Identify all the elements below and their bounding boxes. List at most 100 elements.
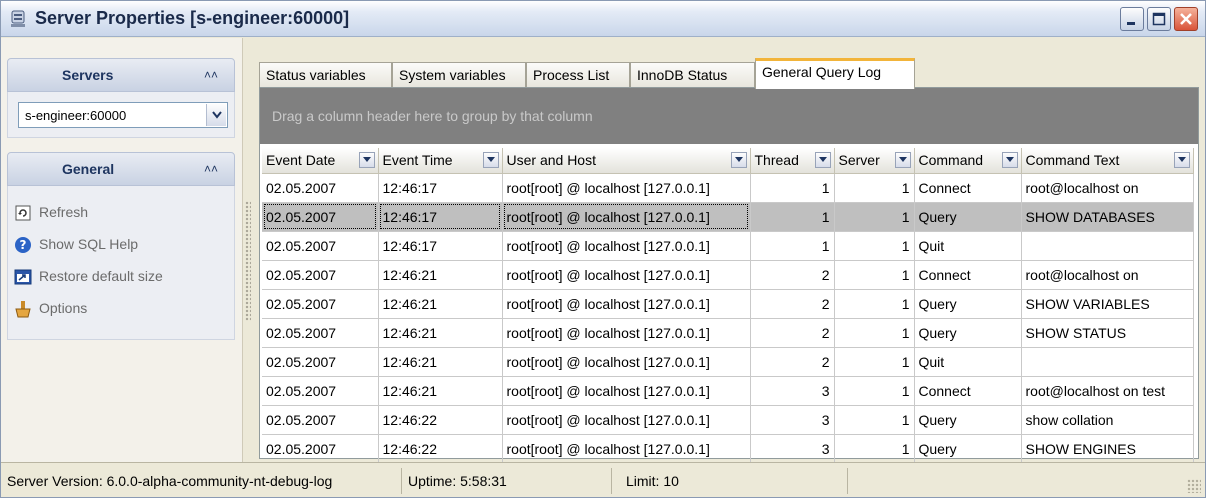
table-cell[interactable]: 02.05.2007 [262,318,379,348]
table-cell[interactable]: 1 [834,347,915,377]
collapse-chevron-icon[interactable]: ˄˄ [204,68,218,82]
table-cell[interactable]: root@localhost on [1021,173,1194,203]
table-cell[interactable]: root[root] @ localhost [127.0.0.1] [502,231,751,261]
table-cell[interactable]: 12:46:17 [378,231,503,261]
table-cell[interactable]: Query [914,405,1022,435]
column-filter-icon[interactable] [894,152,911,168]
column-filter-icon[interactable] [482,152,499,168]
table-cell[interactable]: 02.05.2007 [262,202,379,232]
resize-grip-icon[interactable] [1187,479,1201,493]
table-cell[interactable]: SHOW DATABASES [1021,202,1194,232]
table-cell[interactable]: 3 [750,405,835,435]
table-cell[interactable]: 12:46:21 [378,347,503,377]
column-header-command[interactable]: Command [914,148,1022,174]
table-cell[interactable]: 02.05.2007 [262,405,379,435]
table-cell[interactable]: 02.05.2007 [262,347,379,377]
table-cell[interactable]: root@localhost on [1021,260,1194,290]
table-cell[interactable]: 1 [834,318,915,348]
table-cell[interactable] [1021,231,1194,261]
table-cell[interactable]: 3 [750,434,835,464]
table-cell[interactable]: 02.05.2007 [262,231,379,261]
table-cell[interactable]: Query [914,202,1022,232]
column-header-thread[interactable]: Thread [750,148,835,174]
table-cell[interactable]: SHOW STATUS [1021,318,1194,348]
column-header-server[interactable]: Server [834,148,915,174]
table-cell[interactable]: 1 [750,202,835,232]
column-filter-icon[interactable] [814,152,831,168]
maximize-button[interactable] [1147,7,1171,31]
table-cell[interactable]: root[root] @ localhost [127.0.0.1] [502,347,751,377]
table-cell[interactable]: Quit [914,231,1022,261]
table-cell[interactable]: Connect [914,376,1022,406]
column-filter-icon[interactable] [730,152,747,168]
table-row[interactable]: 02.05.2007 12:46:17 root[root] @ localhost… [262,173,1194,203]
table-cell[interactable]: 02.05.2007 [262,434,379,464]
table-cell[interactable]: 12:46:22 [378,434,503,464]
table-cell[interactable]: 2 [750,318,835,348]
table-cell[interactable]: root[root] @ localhost [127.0.0.1] [502,260,751,290]
column-header-event-time[interactable]: Event Time [378,148,503,174]
table-cell[interactable]: root[root] @ localhost [127.0.0.1] [502,173,751,203]
table-cell[interactable]: Query [914,318,1022,348]
general-group-header[interactable]: General ˄˄ [7,152,235,186]
table-cell[interactable]: 12:46:21 [378,289,503,319]
table-cell[interactable]: SHOW ENGINES [1021,434,1194,464]
tab-system-variables[interactable]: System variables [392,62,526,88]
table-row[interactable]: 02.05.2007 12:46:22 root[root] @ localhost… [262,405,1194,435]
column-header-event-date[interactable]: Event Date [262,148,379,174]
table-row[interactable]: 02.05.2007 12:46:21 root[root] @ localhost… [262,289,1194,319]
column-filter-icon[interactable] [358,152,375,168]
server-select[interactable]: s-engineer:60000 [18,102,228,128]
table-cell[interactable]: 12:46:22 [378,405,503,435]
table-cell[interactable] [1021,347,1194,377]
table-cell[interactable]: 1 [750,173,835,203]
collapse-chevron-icon[interactable]: ˄˄ [204,162,218,176]
table-cell[interactable]: 1 [834,376,915,406]
table-cell[interactable]: Connect [914,260,1022,290]
table-cell[interactable]: 12:46:17 [378,202,503,232]
table-cell[interactable]: 1 [834,202,915,232]
table-cell[interactable]: show collation [1021,405,1194,435]
table-cell[interactable]: 1 [750,231,835,261]
close-button[interactable] [1174,7,1198,31]
table-row[interactable]: 02.05.2007 12:46:17 root[root] @ localhost… [262,202,1194,232]
table-row[interactable]: 02.05.2007 12:46:17 root[root] @ localhost… [262,231,1194,261]
table-cell[interactable]: 1 [834,231,915,261]
group-by-panel[interactable]: Drag a column header here to group by th… [260,88,1198,144]
tab-process-list[interactable]: Process List [526,62,630,88]
table-cell[interactable]: root[root] @ localhost [127.0.0.1] [502,405,751,435]
table-cell[interactable]: 12:46:21 [378,376,503,406]
table-cell[interactable]: 02.05.2007 [262,289,379,319]
table-cell[interactable]: 12:46:21 [378,260,503,290]
table-cell[interactable]: root[root] @ localhost [127.0.0.1] [502,318,751,348]
title-bar[interactable]: Server Properties [s-engineer:60000] [1,1,1205,37]
column-filter-icon[interactable] [1173,152,1190,168]
table-cell[interactable]: 1 [834,260,915,290]
dropdown-arrow-icon[interactable] [206,104,226,126]
table-cell[interactable]: 1 [834,173,915,203]
table-cell[interactable]: 1 [834,405,915,435]
table-cell[interactable]: 2 [750,260,835,290]
table-row[interactable]: 02.05.2007 12:46:21 root[root] @ localhost… [262,260,1194,290]
table-cell[interactable]: 2 [750,289,835,319]
panel-splitter[interactable] [245,201,251,321]
table-cell[interactable]: 12:46:21 [378,318,503,348]
table-row[interactable]: 02.05.2007 12:46:22 root[root] @ localhost… [262,434,1194,464]
servers-group-header[interactable]: Servers ˄˄ [7,58,235,92]
table-cell[interactable]: root[root] @ localhost [127.0.0.1] [502,434,751,464]
table-cell[interactable]: 12:46:17 [378,173,503,203]
table-row[interactable]: 02.05.2007 12:46:21 root[root] @ localhost… [262,318,1194,348]
tab-innodb-status[interactable]: InnoDB Status [630,62,755,88]
table-cell[interactable]: 1 [834,434,915,464]
table-cell[interactable]: Connect [914,173,1022,203]
table-row[interactable]: 02.05.2007 12:46:21 root[root] @ localhost… [262,376,1194,406]
table-row[interactable]: 02.05.2007 12:46:21 root[root] @ localhost… [262,347,1194,377]
table-cell[interactable]: Query [914,289,1022,319]
table-cell[interactable]: root[root] @ localhost [127.0.0.1] [502,289,751,319]
table-cell[interactable]: 02.05.2007 [262,173,379,203]
table-cell[interactable]: Quit [914,347,1022,377]
table-cell[interactable]: 2 [750,347,835,377]
table-cell[interactable]: 1 [834,289,915,319]
column-header-user-and-host[interactable]: User and Host [502,148,751,174]
table-cell[interactable]: root[root] @ localhost [127.0.0.1] [502,202,751,232]
